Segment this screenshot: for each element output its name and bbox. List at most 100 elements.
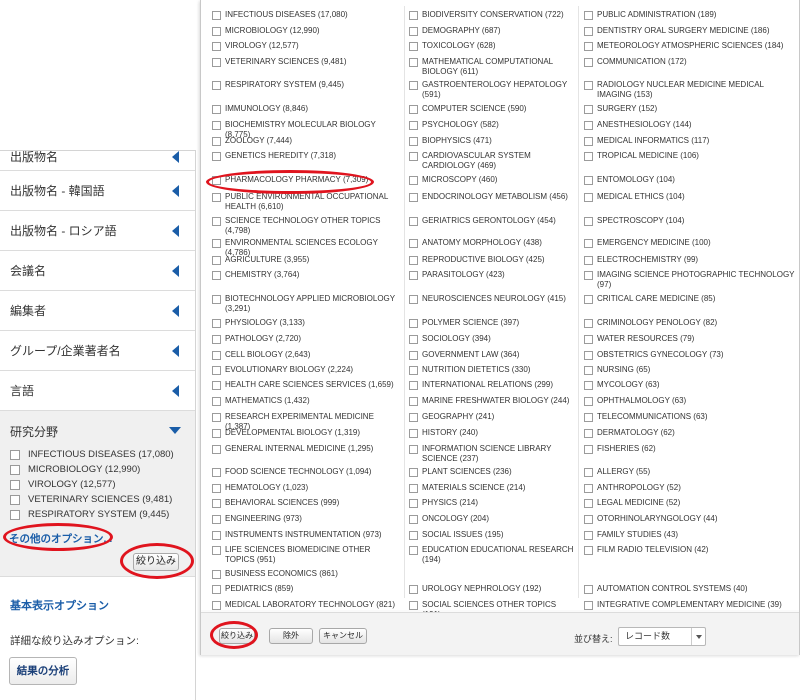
checkbox[interactable] (584, 601, 593, 610)
list-item[interactable]: HEALTH CARE SCIENCES SERVICES (1,659) (212, 380, 398, 390)
checkbox[interactable] (584, 176, 593, 185)
checkbox[interactable] (212, 601, 221, 610)
checkbox[interactable] (409, 27, 418, 36)
sidebar-conference[interactable]: 会議名 (0, 251, 195, 291)
checkbox[interactable] (212, 335, 221, 344)
checkbox[interactable] (584, 468, 593, 477)
checkbox[interactable] (212, 570, 221, 579)
sidebar-publication-title[interactable]: 出版物名 (0, 151, 195, 171)
checkbox[interactable] (409, 42, 418, 51)
list-item[interactable]: LEGAL MEDICINE (52) (584, 498, 796, 508)
list-item[interactable]: CRITICAL CARE MEDICINE (85) (584, 294, 796, 304)
sort-select[interactable]: レコード数 (618, 627, 706, 646)
checkbox[interactable] (212, 546, 221, 555)
list-item[interactable]: VETERINARY SCIENCES (9,481) (212, 57, 398, 67)
checkbox[interactable] (212, 484, 221, 493)
checkbox[interactable] (10, 494, 20, 505)
list-item[interactable]: CHEMISTRY (3,764) (212, 270, 398, 280)
list-item[interactable]: MICROSCOPY (460) (409, 175, 575, 185)
checkbox[interactable] (584, 429, 593, 438)
list-item[interactable]: MICROBIOLOGY (12,990) (10, 462, 195, 477)
checkbox[interactable] (212, 256, 221, 265)
exclude-button[interactable]: 除外 (269, 628, 313, 644)
list-item[interactable]: NUTRITION DIETETICS (330) (409, 365, 575, 375)
checkbox[interactable] (212, 366, 221, 375)
popup-refine-button[interactable]: 絞り込み (219, 628, 255, 644)
list-item[interactable]: CRIMINOLOGY PENOLOGY (82) (584, 318, 796, 328)
expand-arrow-icon[interactable] (172, 344, 179, 357)
checkbox[interactable] (409, 413, 418, 422)
checkbox[interactable] (409, 366, 418, 375)
checkbox[interactable] (409, 239, 418, 248)
checkbox[interactable] (212, 413, 221, 422)
checkbox[interactable] (10, 509, 20, 520)
checkbox[interactable] (584, 27, 593, 36)
checkbox[interactable] (409, 58, 418, 67)
list-item[interactable]: CARDIOVASCULAR SYSTEM CARDIOLOGY (469) (409, 151, 575, 170)
list-item[interactable]: OBSTETRICS GYNECOLOGY (73) (584, 350, 796, 360)
expand-arrow-icon[interactable] (172, 304, 179, 317)
list-item[interactable]: FILM RADIO TELEVISION (42) (584, 545, 796, 555)
sidebar-publication-russian[interactable]: 出版物名 - ロシア語 (0, 211, 195, 251)
checkbox[interactable] (212, 137, 221, 146)
list-item[interactable]: MEDICAL INFORMATICS (117) (584, 136, 796, 146)
list-item[interactable]: ANATOMY MORPHOLOGY (438) (409, 238, 575, 248)
list-item[interactable]: DEVELOPMENTAL BIOLOGY (1,319) (212, 428, 398, 438)
checkbox[interactable] (409, 585, 418, 594)
list-item[interactable]: GEOGRAPHY (241) (409, 412, 575, 422)
list-item[interactable]: BIOPHYSICS (471) (409, 136, 575, 146)
list-item[interactable]: TOXICOLOGY (628) (409, 41, 575, 51)
checkbox[interactable] (584, 81, 593, 90)
list-item[interactable]: UROLOGY NEPHROLOGY (192) (409, 584, 575, 594)
checkbox[interactable] (409, 515, 418, 524)
list-item[interactable]: FOOD SCIENCE TECHNOLOGY (1,094) (212, 467, 398, 477)
list-item[interactable]: INFECTIOUS DISEASES (17,080) (10, 447, 195, 462)
checkbox[interactable] (212, 121, 221, 130)
basic-display-options-link[interactable]: 基本表示オプション (10, 597, 109, 613)
list-item[interactable]: GASTROENTEROLOGY HEPATOLOGY (591) (409, 80, 575, 99)
list-item[interactable]: MARINE FRESHWATER BIOLOGY (244) (409, 396, 575, 406)
checkbox[interactable] (212, 27, 221, 36)
checkbox[interactable] (212, 468, 221, 477)
list-item[interactable]: DENTISTRY ORAL SURGERY MEDICINE (186) (584, 26, 796, 36)
checkbox[interactable] (584, 121, 593, 130)
checkbox[interactable] (409, 152, 418, 161)
list-item[interactable]: ANESTHESIOLOGY (144) (584, 120, 796, 130)
list-item[interactable]: SOCIOLOGY (394) (409, 334, 575, 344)
checkbox[interactable] (584, 335, 593, 344)
checkbox[interactable] (409, 11, 418, 20)
checkbox[interactable] (584, 217, 593, 226)
checkbox[interactable] (584, 351, 593, 360)
checkbox[interactable] (409, 381, 418, 390)
list-item[interactable]: RESPIRATORY SYSTEM (9,445) (212, 80, 398, 90)
checkbox[interactable] (212, 11, 221, 20)
checkbox[interactable] (584, 271, 593, 280)
list-item[interactable]: MEDICAL LABORATORY TECHNOLOGY (821) (212, 600, 398, 610)
checkbox[interactable] (584, 484, 593, 493)
cancel-button[interactable]: キャンセル (319, 628, 367, 644)
checkbox[interactable] (584, 585, 593, 594)
list-item[interactable]: MATERIALS SCIENCE (214) (409, 483, 575, 493)
list-item[interactable]: ALLERGY (55) (584, 467, 796, 477)
expand-arrow-icon[interactable] (172, 384, 179, 397)
sidebar-editor[interactable]: 編集者 (0, 291, 195, 331)
checkbox[interactable] (584, 531, 593, 540)
list-item[interactable]: PLANT SCIENCES (236) (409, 467, 575, 477)
list-item[interactable]: EVOLUTIONARY BIOLOGY (2,224) (212, 365, 398, 375)
expand-arrow-icon[interactable] (172, 264, 179, 277)
research-area-title[interactable]: 研究分野 (10, 423, 195, 443)
checkbox[interactable] (584, 239, 593, 248)
list-item[interactable]: PHYSICS (214) (409, 498, 575, 508)
list-item[interactable]: TELECOMMUNICATIONS (63) (584, 412, 796, 422)
checkbox[interactable] (409, 484, 418, 493)
list-item[interactable]: INSTRUMENTS INSTRUMENTATION (973) (212, 530, 398, 540)
checkbox[interactable] (212, 429, 221, 438)
checkbox[interactable] (409, 335, 418, 344)
checkbox[interactable] (409, 295, 418, 304)
checkbox[interactable] (409, 81, 418, 90)
list-item[interactable]: GOVERNMENT LAW (364) (409, 350, 575, 360)
checkbox[interactable] (584, 499, 593, 508)
list-item[interactable]: ZOOLOGY (7,444) (212, 136, 398, 146)
checkbox[interactable] (212, 351, 221, 360)
checkbox[interactable] (584, 366, 593, 375)
